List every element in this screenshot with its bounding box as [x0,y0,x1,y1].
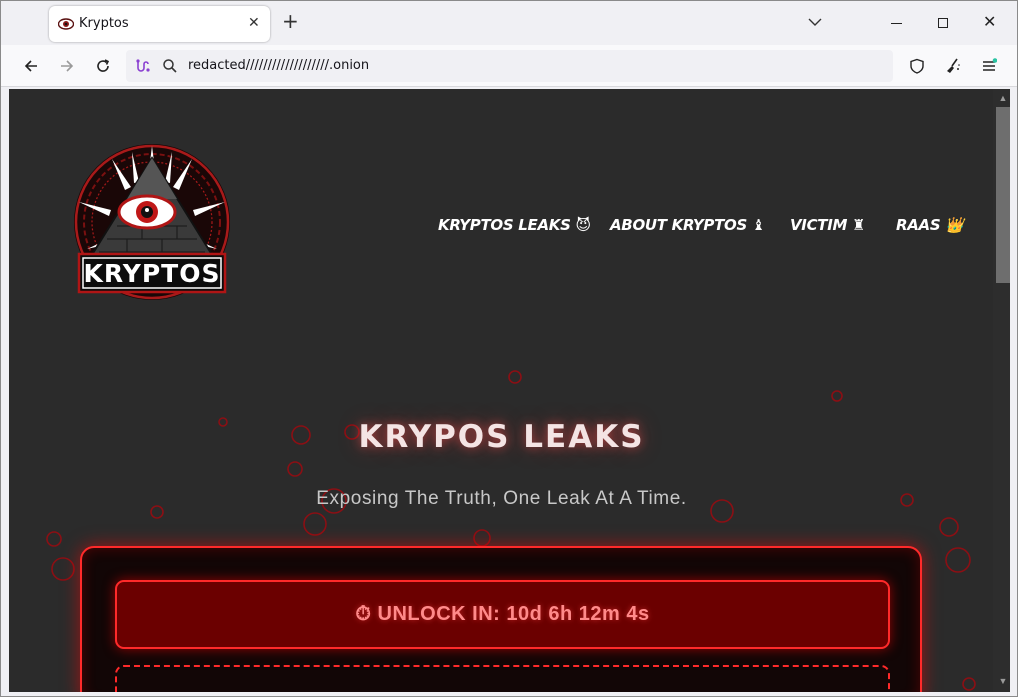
new-tab-icon[interactable]: + [282,11,299,31]
search-icon [163,59,177,73]
menu-icon[interactable] [977,54,1001,78]
chevron-down-icon[interactable] [807,14,823,30]
minimize-icon[interactable] [891,23,902,24]
tab-strip: Kryptos ✕ + ✕ [1,1,1017,45]
shield-icon[interactable] [905,54,929,78]
kryptos-logo: KRYPTOS [74,144,230,300]
tab-title: Kryptos [79,16,129,31]
tab-kryptos[interactable]: Kryptos ✕ [49,6,270,42]
nav-about-kryptos[interactable]: ABOUT KRYPTOS ♝ [610,216,765,234]
navigation-bar: redacted///////////////////.onion [1,45,1017,87]
onion-circuit-icon[interactable] [134,58,150,74]
maximize-icon[interactable] [938,18,948,28]
leak-content-box [115,665,890,692]
forward-icon[interactable] [55,54,79,78]
page-subtitle: Exposing The Truth, One Leak At A Time. [316,488,687,509]
new-identity-broom-icon[interactable] [941,54,965,78]
close-tab-icon[interactable]: ✕ [248,15,260,31]
nav-kryptos-leaks[interactable]: KRYPTOS LEAKS 😈 [438,216,591,234]
scrollbar-thumb[interactable] [996,107,1010,283]
nav-victim[interactable]: VICTIM ♜ [790,216,866,234]
vertical-scrollbar[interactable]: ▲ ▼ [993,89,1010,692]
address-bar[interactable]: redacted///////////////////.onion [126,50,893,82]
scroll-down-icon[interactable]: ▼ [996,674,1010,688]
url-text[interactable]: redacted///////////////////.onion [188,58,369,73]
scroll-up-icon[interactable]: ▲ [996,91,1010,105]
browser-window: Kryptos ✕ + ✕ redacted//////////////////… [0,0,1018,697]
nav-raas[interactable]: RAAS 👑 [896,216,964,234]
page-viewport: KRYPTOS KRYPTOS LEAKS 😈 ABOUT KRYPTOS ♝ … [9,89,1010,692]
close-window-icon[interactable]: ✕ [983,12,996,31]
eye-icon [58,18,74,30]
page-title: KRYPOS LEAKS [358,419,645,455]
back-icon[interactable] [19,54,43,78]
leak-card: ⏱ UNLOCK IN: 10d 6h 12m 4s [80,546,922,692]
unlock-countdown: ⏱ UNLOCK IN: 10d 6h 12m 4s [115,580,890,649]
logo-wordmark: KRYPTOS [84,259,221,288]
unlock-countdown-text: ⏱ UNLOCK IN: 10d 6h 12m 4s [355,603,650,625]
reload-icon[interactable] [91,54,115,78]
